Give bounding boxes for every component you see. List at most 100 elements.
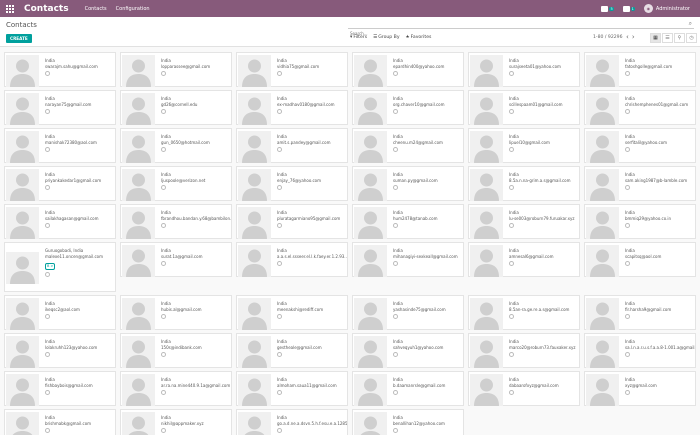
activity-status-icon[interactable]: [277, 352, 282, 357]
activity-status-icon[interactable]: [161, 71, 166, 76]
activity-status-icon[interactable]: [277, 261, 282, 266]
contact-card[interactable]: India gestheale@gmail.com: [236, 333, 348, 368]
contact-card[interactable]: India ar.ra.na.mine440.9.1a@gmail.com: [120, 371, 232, 406]
activity-status-icon[interactable]: [509, 147, 514, 152]
activity-status-icon[interactable]: [277, 428, 282, 433]
contact-card[interactable]: India lolakruhh123@yahoo.com: [4, 333, 116, 368]
activity-status-icon[interactable]: [45, 109, 50, 114]
contact-card[interactable]: India org.chaver10@gmail.com: [352, 90, 464, 125]
contact-card[interactable]: India mihanagiyi-sexkeall@gmail.com: [352, 242, 464, 277]
activity-status-icon[interactable]: [45, 390, 50, 395]
contact-card[interactable]: India chrishemphenes01@gmail.com: [584, 90, 696, 125]
contact-card[interactable]: India fatoshgolle@gmail.com: [584, 52, 696, 87]
activity-status-icon[interactable]: [625, 109, 630, 114]
activity-status-icon[interactable]: [161, 314, 166, 319]
contact-tag[interactable]: B >: [45, 263, 56, 270]
map-view-icon[interactable]: ⚲: [674, 33, 685, 43]
contact-card[interactable]: India epardhin400@yahoo.com: [352, 52, 464, 87]
activity-status-icon[interactable]: [45, 314, 50, 319]
activity-status-icon[interactable]: [509, 261, 514, 266]
activity-status-icon[interactable]: [161, 261, 166, 266]
groupby-button[interactable]: ☰ Group By: [373, 35, 399, 40]
contact-card[interactable]: India gd26@cornell.edu: [120, 90, 232, 125]
activity-status-icon[interactable]: [625, 71, 630, 76]
activity-status-icon[interactable]: [509, 390, 514, 395]
pager-next-icon[interactable]: ›: [632, 33, 635, 41]
activity-status-icon[interactable]: [625, 223, 630, 228]
activity-status-icon[interactable]: [393, 352, 398, 357]
contact-card[interactable]: India cheenu.m24@gmail.com: [352, 128, 464, 163]
activity-status-icon[interactable]: [161, 109, 166, 114]
kanban-view-icon[interactable]: ▦: [650, 33, 661, 43]
activity-status-icon[interactable]: [393, 71, 398, 76]
activity-status-icon[interactable]: [509, 71, 514, 76]
activity-status-icon[interactable]: [625, 314, 630, 319]
contact-card[interactable]: India suman.py@gmail.com: [352, 166, 464, 201]
contact-card[interactable]: India amit.s.pandey@gmail.com: [236, 128, 348, 163]
activity-status-icon[interactable]: [277, 314, 282, 319]
activity-status-icon[interactable]: [45, 428, 50, 433]
contact-card[interactable]: India vidhia75@gmail.com: [236, 52, 348, 87]
activity-status-icon[interactable]: [393, 261, 398, 266]
contact-card[interactable]: India 8.5an-ra.ge.re.a.s@gmail.com: [468, 295, 580, 330]
activities-button[interactable]: 1: [622, 5, 635, 12]
favorites-button[interactable]: ★ Favorites: [406, 35, 432, 40]
activity-status-icon[interactable]: [45, 71, 50, 76]
contact-card[interactable]: India 8.5a.n.na-grim.a.s@gmail.com: [468, 166, 580, 201]
contact-card[interactable]: India go.a.d.ne.a.dsvn.5.h.f.esu.e.a.1285…: [236, 409, 348, 435]
filters-button[interactable]: ▾ Filters: [350, 35, 367, 40]
messages-button[interactable]: 5: [601, 5, 614, 12]
contact-card[interactable]: India priyankakedar1@gmail.com: [4, 166, 116, 201]
activity-status-icon[interactable]: [393, 314, 398, 319]
contact-card[interactable]: Indiafbrandhou.bandan.y.68@bambilon.com: [120, 204, 232, 239]
contact-card[interactable]: India lopparassee@gmail.com: [120, 52, 232, 87]
contact-card[interactable]: India sa.l.n.a.r.u.s.f.a.a.8-1.001.a@gmai…: [584, 333, 696, 368]
menu-configuration[interactable]: Configuration: [116, 6, 150, 12]
activity-status-icon[interactable]: [45, 352, 50, 357]
contact-card[interactable]: India sahveqyuh1@yahoo.com: [352, 333, 464, 368]
activity-view-icon[interactable]: ◷: [686, 33, 697, 43]
activity-status-icon[interactable]: [161, 185, 166, 190]
contact-card[interactable]: India meenakshi@rediff.com: [236, 295, 348, 330]
contact-card[interactable]: India ikeqsc2@aol.com: [4, 295, 116, 330]
contact-card[interactable]: India lu-se003@roburn79.furuakar.xyz: [468, 204, 580, 239]
contact-card[interactable]: India serfitalil@yahoo.com: [584, 128, 696, 163]
contact-card[interactable]: India scillespaam01@gmail.com: [468, 90, 580, 125]
contact-card[interactable]: India enjay_76@yahoo.com: [236, 166, 348, 201]
activity-status-icon[interactable]: [393, 390, 398, 395]
apps-menu-button[interactable]: [0, 0, 20, 17]
contact-card[interactable]: India yashasinde75@gmail.com: [352, 295, 464, 330]
activity-status-icon[interactable]: [161, 147, 166, 152]
contact-card[interactable]: India manishak72380@aol.com: [4, 128, 116, 163]
activity-status-icon[interactable]: [625, 185, 630, 190]
activity-status-icon[interactable]: [45, 185, 50, 190]
activity-status-icon[interactable]: [393, 223, 398, 228]
activity-status-icon[interactable]: [161, 223, 166, 228]
activity-status-icon[interactable]: [393, 109, 398, 114]
activity-status-icon[interactable]: [277, 185, 282, 190]
contact-card[interactable]: India xyz@gmail.com: [584, 371, 696, 406]
pager-previous-icon[interactable]: ‹: [626, 33, 629, 41]
contact-card[interactable]: India benallihan12@yahoo.com: [352, 409, 464, 435]
contact-card[interactable]: India narayan75@gmail.com: [4, 90, 116, 125]
activity-status-icon[interactable]: [45, 223, 50, 228]
activity-status-icon[interactable]: [625, 352, 630, 357]
activity-status-icon[interactable]: [277, 223, 282, 228]
contact-card[interactable]: India surajseeta01@yahoo.com: [468, 52, 580, 87]
contact-card[interactable]: India fishbaybois@gmail.com: [4, 371, 116, 406]
contact-card[interactable]: India nikhil@appmaker.xyz: [120, 409, 232, 435]
contact-card[interactable]: India sam.aking1987@b-lamble.com: [584, 166, 696, 201]
activity-status-icon[interactable]: [277, 390, 282, 395]
contact-card[interactable]: India 150s@indibank.com: [120, 333, 232, 368]
contact-card[interactable]: India surat.1a@gmail.com: [120, 242, 232, 277]
activity-status-icon[interactable]: [509, 185, 514, 190]
contact-card[interactable]: India bmmiq29@yahoo.co.in: [584, 204, 696, 239]
activity-status-icon[interactable]: [393, 185, 398, 190]
activity-status-icon[interactable]: [161, 390, 166, 395]
contact-card[interactable]: India amnesal6@gmail.com: [468, 242, 580, 277]
contact-card[interactable]: India ljuspoole@verizon.net: [120, 166, 232, 201]
contact-card[interactable]: India lipuel10@gmail.com: [468, 128, 580, 163]
contact-card[interactable]: India brishmabk@gmail.com: [4, 409, 116, 435]
contact-card[interactable]: India swarajm.sahu@gmail.com: [4, 52, 116, 87]
activity-status-icon[interactable]: [625, 261, 630, 266]
